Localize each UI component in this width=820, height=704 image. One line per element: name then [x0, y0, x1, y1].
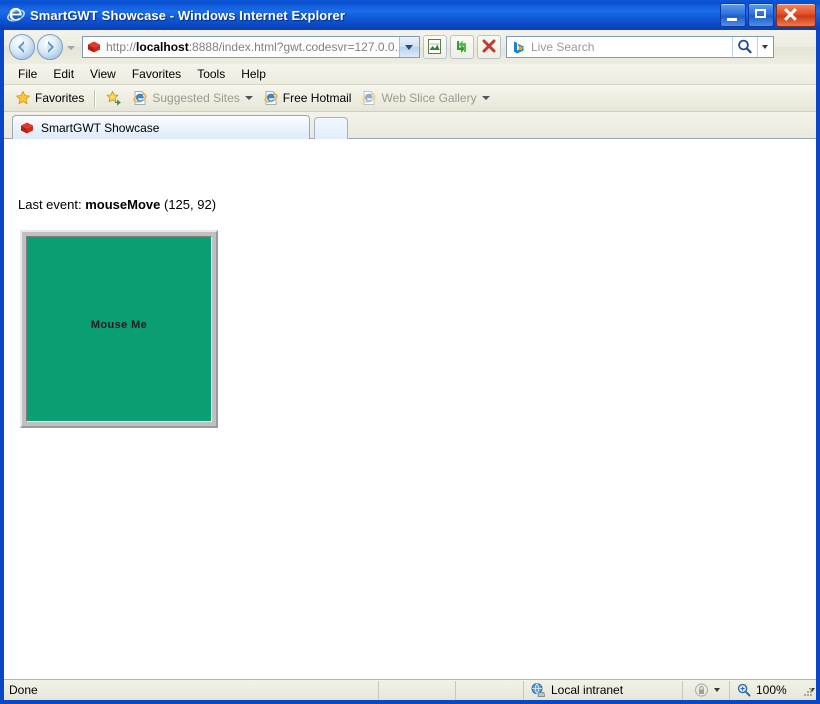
compatibility-view-icon — [428, 39, 441, 54]
title-bar: SmartGWT Showcase - Windows Internet Exp… — [0, 0, 820, 30]
mouse-me-canvas[interactable]: Mouse Me — [20, 230, 218, 428]
favorites-item-label: Web Slice Gallery — [381, 91, 477, 105]
chevron-down-icon — [481, 96, 490, 100]
recent-pages-dropdown[interactable] — [64, 36, 78, 58]
smartgwt-cube-icon — [86, 39, 102, 55]
status-message: Done — [4, 680, 379, 700]
browser-window: SmartGWT Showcase - Windows Internet Exp… — [0, 0, 820, 704]
security-zone[interactable]: Local intranet — [524, 680, 683, 700]
chevron-down-icon — [244, 96, 253, 100]
intranet-globe-icon — [530, 682, 546, 698]
refresh-button[interactable] — [450, 35, 474, 59]
navigation-toolbar: http://localhost:8888/index.html?gwt.cod… — [4, 30, 816, 64]
search-options-dropdown[interactable] — [757, 37, 773, 57]
minimize-button[interactable] — [720, 3, 746, 27]
last-event-prefix: Last event: — [18, 197, 82, 212]
favorites-separator — [94, 89, 97, 107]
status-spacer-1 — [379, 680, 456, 700]
tab-bar: SmartGWT Showcase — [4, 112, 816, 215]
status-spacer-2 — [456, 680, 524, 700]
back-arrow-icon — [18, 41, 25, 53]
menu-tools[interactable]: Tools — [189, 65, 233, 84]
tab-smartgwt-showcase[interactable]: SmartGWT Showcase — [12, 115, 310, 139]
chevron-down-icon — [713, 688, 720, 692]
menu-edit[interactable]: Edit — [45, 65, 82, 84]
refresh-icon — [457, 40, 466, 53]
search-input[interactable]: Live Search — [531, 40, 732, 54]
mouse-me-canvas-surface[interactable]: Mouse Me — [26, 236, 212, 422]
address-dropdown-button[interactable] — [399, 37, 419, 57]
security-zone-label: Local intranet — [551, 683, 624, 697]
window-title: SmartGWT Showcase - Windows Internet Exp… — [30, 7, 345, 23]
back-button[interactable] — [9, 34, 35, 60]
url-scheme: http:// — [106, 40, 137, 54]
menu-help[interactable]: Help — [233, 65, 274, 84]
favorites-item-free-hotmail[interactable]: Free Hotmail — [258, 88, 357, 108]
address-text[interactable]: http://localhost:8888/index.html?gwt.cod… — [106, 40, 399, 54]
url-host: localhost — [136, 40, 189, 54]
forward-button[interactable] — [37, 34, 63, 60]
add-to-favorites-icon — [106, 90, 122, 106]
menu-bar: File Edit View Favorites Tools Help — [4, 64, 816, 85]
favorites-item-suggested-sites[interactable]: Suggested Sites — [127, 88, 257, 108]
menu-view[interactable]: View — [82, 65, 124, 84]
favorites-bar: Favorites Suggested Sites Free Hotmail W… — [4, 85, 816, 112]
zoom-icon — [736, 682, 752, 698]
smartgwt-cube-icon — [19, 120, 35, 136]
last-event-coords: (125, 92) — [164, 197, 217, 212]
search-icon — [738, 39, 752, 54]
address-bar[interactable]: http://localhost:8888/index.html?gwt.cod… — [82, 36, 420, 58]
ie-page-icon — [132, 90, 148, 106]
favorites-item-label: Suggested Sites — [152, 91, 240, 105]
tab-label: SmartGWT Showcase — [41, 120, 160, 135]
ie-page-icon — [263, 90, 279, 106]
favorites-button[interactable]: Favorites — [10, 88, 89, 108]
status-bar: Done Local intranet 100% — [4, 679, 816, 700]
window-controls — [720, 3, 816, 27]
protected-mode-indicator[interactable] — [683, 680, 730, 700]
last-event-line: Last event: mouseMove (125, 92) — [18, 197, 216, 212]
close-button[interactable] — [776, 3, 816, 27]
bing-logo-icon — [511, 40, 526, 55]
new-tab-button[interactable] — [314, 117, 348, 139]
compatibility-view-button[interactable] — [423, 35, 447, 59]
forward-arrow-icon — [47, 41, 54, 53]
menu-favorites[interactable]: Favorites — [124, 65, 189, 84]
resize-grip[interactable] — [802, 686, 814, 698]
url-rest: :8888/index.html?gwt.codesvr=127.0.0.1:9… — [188, 40, 399, 54]
add-to-favorites-button[interactable] — [101, 88, 127, 108]
page-content: Last event: mouseMove (125, 92) Mouse Me — [4, 139, 816, 679]
last-event-name: mouseMove — [85, 197, 161, 212]
client-area: http://localhost:8888/index.html?gwt.cod… — [4, 30, 816, 700]
internet-explorer-icon — [7, 6, 25, 24]
maximize-button[interactable] — [748, 3, 774, 27]
zoom-level-label: 100% — [756, 683, 787, 697]
star-icon — [15, 90, 31, 106]
search-box[interactable]: Live Search — [506, 36, 774, 58]
mouse-me-label: Mouse Me — [90, 319, 148, 331]
menu-file[interactable]: File — [10, 65, 45, 84]
favorites-item-web-slice-gallery[interactable]: Web Slice Gallery — [356, 88, 494, 108]
search-go-button[interactable] — [732, 37, 757, 57]
stop-button[interactable] — [477, 35, 501, 59]
lock-icon — [693, 682, 710, 698]
stop-icon — [482, 39, 496, 53]
favorites-button-label: Favorites — [35, 91, 85, 105]
ie-page-icon — [361, 90, 377, 106]
favorites-item-label: Free Hotmail — [282, 91, 352, 105]
